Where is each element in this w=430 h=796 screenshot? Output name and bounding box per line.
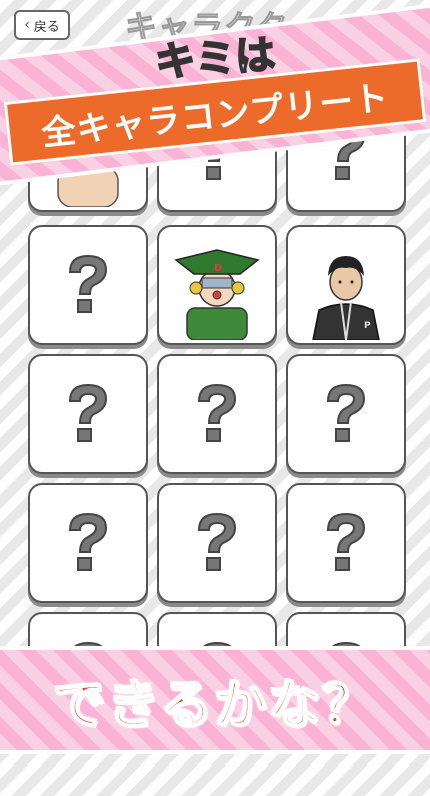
character-card-12[interactable] [286, 483, 406, 603]
character-card-6[interactable]: P [286, 225, 406, 345]
green-hat-masked-man-icon: D [174, 249, 260, 340]
svg-text:D: D [214, 263, 222, 274]
chevron-left-icon: ‹ [24, 17, 30, 33]
character-card-4[interactable] [28, 225, 148, 345]
question-mark-icon [197, 512, 237, 571]
back-label: 戻る [33, 19, 60, 35]
character-card-5[interactable]: D [157, 225, 277, 345]
question-mark-icon [326, 383, 366, 442]
promo-banner-bottom: できるかな？ [0, 646, 430, 754]
character-card-8[interactable] [157, 354, 277, 474]
question-mark-icon [68, 512, 108, 571]
promo-bottom-text: できるかな？ [53, 675, 377, 737]
question-mark-icon [68, 383, 108, 442]
character-card-7[interactable] [28, 354, 148, 474]
question-mark-icon [326, 512, 366, 571]
question-mark-icon [197, 383, 237, 442]
character-card-9[interactable] [286, 354, 406, 474]
back-button[interactable]: ‹ 戻る [14, 10, 70, 40]
character-card-10[interactable] [28, 483, 148, 603]
tracksuit-man-icon: P [312, 256, 380, 340]
svg-text:P: P [364, 321, 371, 331]
character-card-11[interactable] [157, 483, 277, 603]
question-mark-icon [68, 254, 108, 313]
